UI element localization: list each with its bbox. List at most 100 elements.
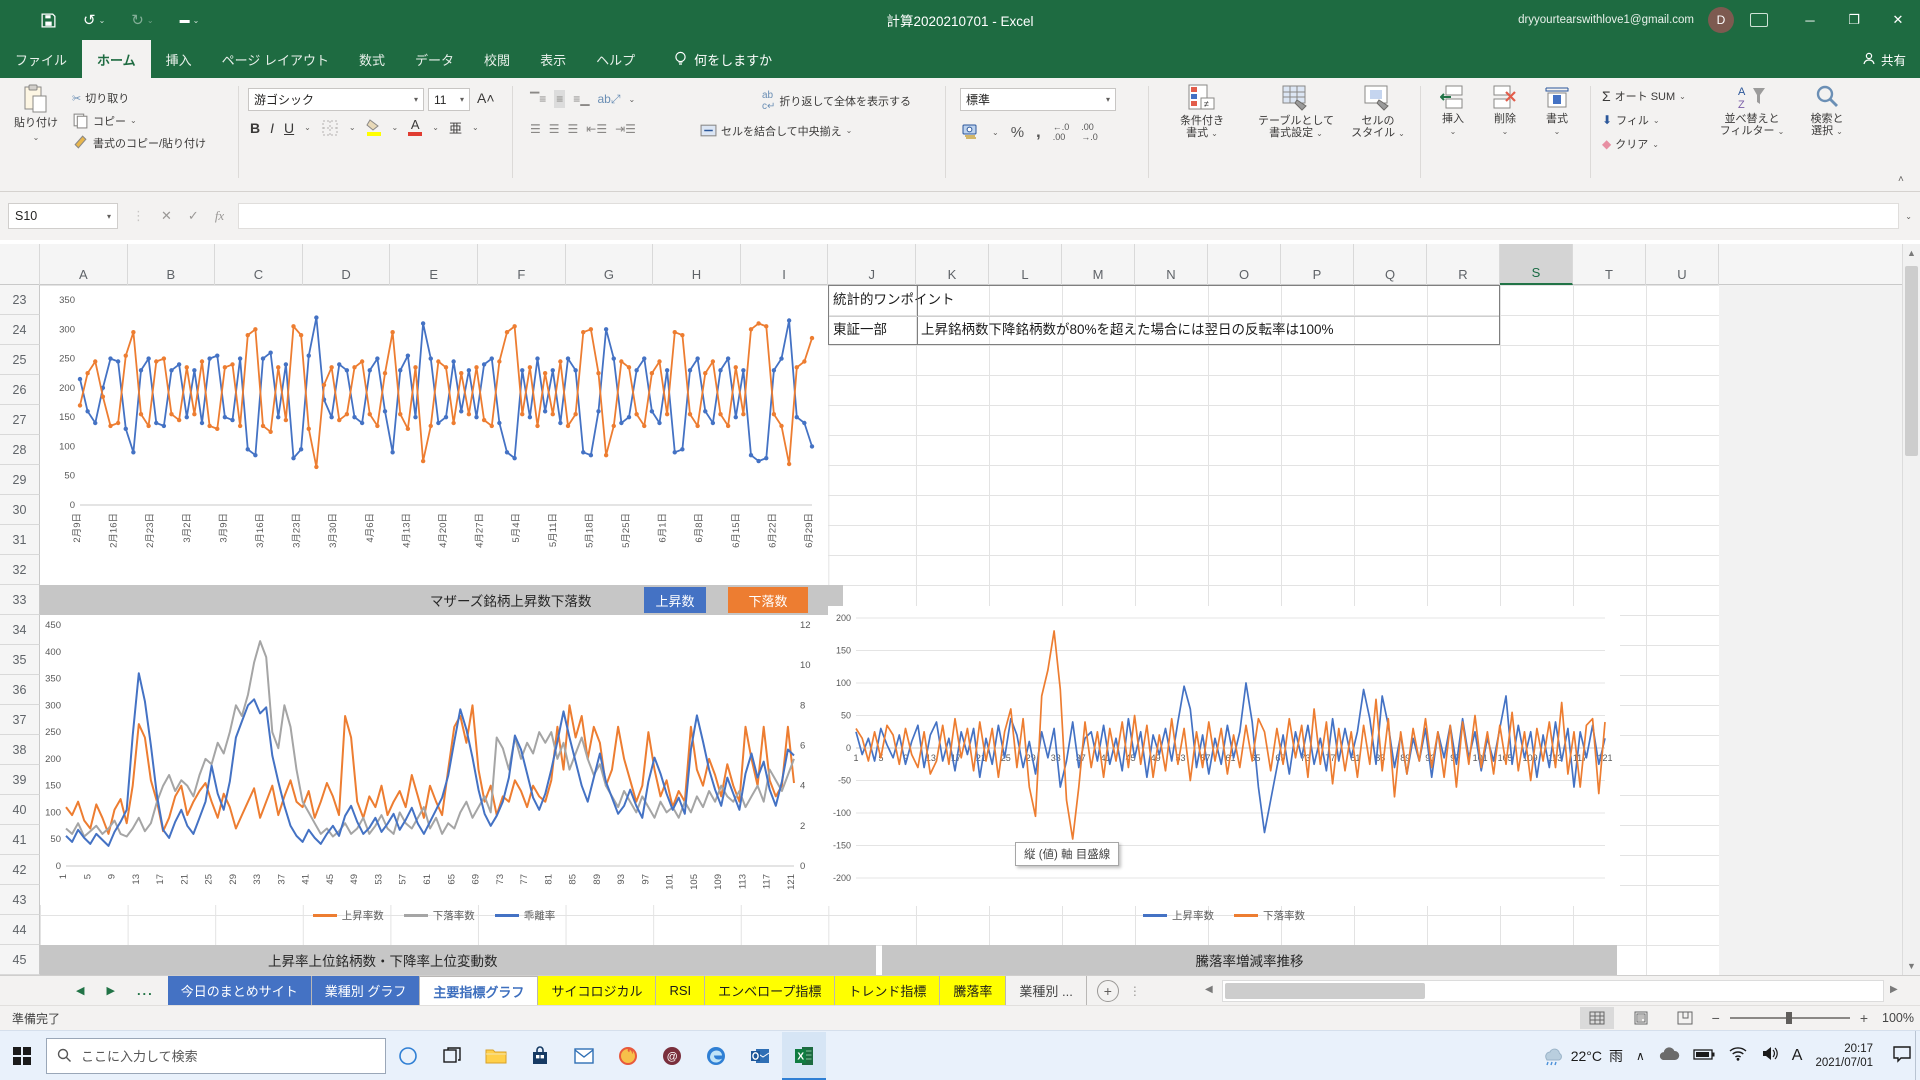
cancel-icon[interactable]: ✕	[161, 208, 172, 224]
align-bottom-button[interactable]: ≡▁	[573, 92, 589, 106]
orientation-button[interactable]: ab⤢	[597, 92, 620, 107]
column-header-U[interactable]: U	[1646, 244, 1719, 285]
column-header-L[interactable]: L	[989, 244, 1062, 285]
row-header-32[interactable]: 32	[0, 555, 40, 585]
scroll-up-arrow[interactable]: ▲	[1903, 244, 1920, 262]
column-header-G[interactable]: G	[566, 244, 654, 285]
borders-dropdown[interactable]: ⌄	[349, 123, 356, 132]
ribbon-tab-5[interactable]: データ	[400, 40, 469, 78]
page-layout-view-button[interactable]	[1624, 1007, 1658, 1029]
show-desktop-button[interactable]	[1915, 1031, 1920, 1080]
decrease-decimal-button[interactable]: .00→.0	[1081, 122, 1098, 142]
row-header-41[interactable]: 41	[0, 825, 40, 855]
column-header-T[interactable]: T	[1573, 244, 1646, 285]
start-button[interactable]	[0, 1032, 44, 1080]
excel-taskbar-icon[interactable]: X	[782, 1032, 826, 1080]
align-middle-button[interactable]: ≡	[554, 90, 565, 108]
fill-color-dropdown[interactable]: ⌄	[392, 123, 399, 132]
fill-button[interactable]: ⬇フィル⌄	[1602, 112, 1660, 128]
zoom-in-button[interactable]: +	[1860, 1010, 1868, 1026]
store-icon[interactable]	[518, 1032, 562, 1080]
undo-button[interactable]: ↺⌄	[83, 11, 105, 29]
row-header-31[interactable]: 31	[0, 525, 40, 555]
vertical-scrollbar[interactable]: ▲ ▼	[1902, 244, 1920, 975]
ribbon-tab-1[interactable]: ホーム	[82, 40, 151, 78]
tab-bar-splitter[interactable]: ⋮	[1129, 984, 1141, 998]
hscroll-right-arrow[interactable]: ▶	[1890, 984, 1898, 995]
new-sheet-button[interactable]: +	[1097, 980, 1119, 1002]
find-select-button[interactable]: 検索と選択 ⌄	[1796, 84, 1858, 138]
select-all-corner[interactable]	[0, 244, 40, 285]
column-header-A[interactable]: A	[40, 244, 128, 285]
row-header-38[interactable]: 38	[0, 735, 40, 765]
scroll-down-arrow[interactable]: ▼	[1903, 957, 1920, 975]
number-format-combo[interactable]: 標準▾	[960, 88, 1116, 111]
chart-tosho-updown[interactable]: 0501001502002503003502月9日2月16日2月23日3月2日3…	[40, 286, 828, 586]
battery-icon[interactable]	[1693, 1047, 1715, 1065]
ribbon-display-options-icon[interactable]	[1750, 13, 1768, 27]
sheet-tab-5[interactable]: エンベロープ指標	[705, 976, 835, 1005]
horizontal-scroll-thumb[interactable]	[1225, 983, 1425, 999]
row-header-29[interactable]: 29	[0, 465, 40, 495]
row-header-37[interactable]: 37	[0, 705, 40, 735]
ime-indicator[interactable]: A	[1792, 1047, 1803, 1065]
column-header-I[interactable]: I	[741, 244, 829, 285]
borders-icon[interactable]	[321, 119, 339, 137]
phonetic-button[interactable]: 亜	[449, 118, 462, 137]
column-header-P[interactable]: P	[1281, 244, 1354, 285]
down-count-button[interactable]: 下落数	[728, 587, 808, 613]
format-cells-button[interactable]: 書式⌄	[1534, 84, 1580, 138]
outlook-icon[interactable]	[738, 1032, 782, 1080]
edge-icon[interactable]	[694, 1032, 738, 1080]
row-header-42[interactable]: 42	[0, 855, 40, 885]
row-header-28[interactable]: 28	[0, 435, 40, 465]
align-center-button[interactable]: ☰	[549, 122, 560, 136]
row-header-39[interactable]: 39	[0, 765, 40, 795]
column-header-D[interactable]: D	[303, 244, 391, 285]
ribbon-tab-2[interactable]: 挿入	[151, 40, 207, 78]
account-email[interactable]: dryyourtearswithlove1@gmail.com	[1518, 14, 1694, 26]
row-header-24[interactable]: 24	[0, 315, 40, 345]
sheet-tab-0[interactable]: 今日のまとめサイト	[168, 976, 312, 1005]
chart-advance-decline[interactable]: -200-150-100-500501001502001591317212529…	[828, 606, 1620, 906]
page-break-view-button[interactable]	[1668, 1007, 1702, 1029]
zoom-level[interactable]: 100%	[1882, 1011, 1914, 1025]
conditional-formatting-button[interactable]: ≠ 条件付き書式 ⌄	[1158, 84, 1246, 140]
bold-button[interactable]: B	[250, 120, 260, 136]
fill-color-button[interactable]	[366, 119, 382, 136]
sheet-tab-3[interactable]: サイコロジカル	[538, 976, 656, 1005]
font-size-combo[interactable]: 11▾	[428, 88, 470, 111]
column-header-O[interactable]: O	[1208, 244, 1281, 285]
task-view-icon[interactable]	[430, 1032, 474, 1080]
clear-button[interactable]: ◆クリア⌄	[1602, 136, 1659, 152]
column-header-R[interactable]: R	[1427, 244, 1500, 285]
increase-decimal-button[interactable]: ←.0.00	[1053, 122, 1070, 142]
column-header-K[interactable]: K	[916, 244, 989, 285]
sheet-tab-6[interactable]: トレンド指標	[835, 976, 940, 1005]
column-header-M[interactable]: M	[1062, 244, 1135, 285]
taskbar-clock[interactable]: 20:172021/07/01	[1815, 1042, 1873, 1070]
zoom-out-button[interactable]: −	[1712, 1010, 1720, 1026]
redo-button[interactable]: ↻⌄	[131, 11, 153, 29]
align-top-button[interactable]: ▔≡	[530, 92, 546, 106]
align-right-button[interactable]: ☰	[568, 122, 579, 136]
column-header-J[interactable]: J	[828, 244, 916, 285]
font-color-button[interactable]: A	[408, 119, 422, 136]
sheet-nav-right-icon[interactable]: ▶	[106, 984, 114, 997]
column-header-N[interactable]: N	[1135, 244, 1208, 285]
italic-button[interactable]: I	[270, 120, 274, 136]
hscroll-left-arrow[interactable]: ◀	[1205, 984, 1213, 995]
enter-icon[interactable]: ✓	[188, 208, 199, 224]
ribbon-tab-3[interactable]: ページ レイアウト	[207, 40, 344, 78]
row-header-35[interactable]: 35	[0, 645, 40, 675]
copy-button[interactable]: コピー⌄	[72, 112, 137, 129]
wrap-text-button[interactable]: abc↵折り返して全体を表示する	[762, 90, 911, 112]
onedrive-icon[interactable]	[1658, 1047, 1680, 1066]
collapse-ribbon-button[interactable]: ˄	[1898, 174, 1904, 185]
underline-dropdown[interactable]: ⌄	[304, 123, 311, 132]
font-name-combo[interactable]: 游ゴシック▾	[248, 88, 424, 111]
column-header-E[interactable]: E	[390, 244, 478, 285]
volume-icon[interactable]	[1761, 1046, 1779, 1066]
sort-filter-button[interactable]: AZ 並べ替えとフィルター ⌄	[1712, 84, 1792, 138]
decrease-indent-button[interactable]: ⇤☰	[586, 122, 607, 136]
